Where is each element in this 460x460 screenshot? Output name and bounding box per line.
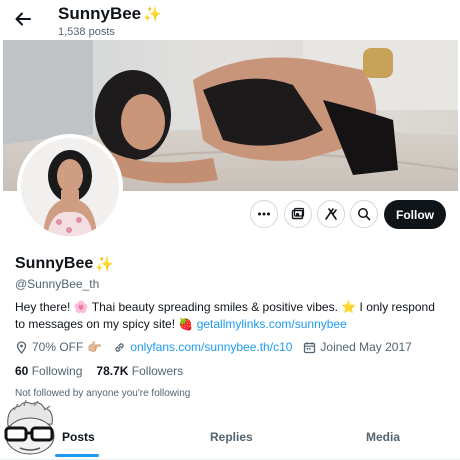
profile-name: SunnyBee ✨ — [15, 255, 114, 273]
location-icon — [16, 340, 27, 354]
header-title-block: SunnyBee ✨ 1,538 posts — [58, 4, 162, 38]
tab-posts[interactable]: Posts — [62, 430, 95, 444]
mascot-overlay — [0, 399, 58, 456]
more-options-button[interactable] — [250, 200, 278, 228]
profile-handle: @SunnyBee_th — [15, 277, 100, 291]
search-button[interactable] — [350, 200, 378, 228]
header-title: SunnyBee ✨ — [58, 4, 162, 24]
website-item[interactable]: onlyfans.com/sunnybee.th/c10 — [113, 340, 292, 354]
link-icon — [115, 342, 124, 352]
following-label: Following — [31, 364, 83, 378]
following-stat[interactable]: 60 Following — [15, 364, 82, 378]
sparkle-emoji: ✨ — [95, 256, 114, 273]
strawberry-emoji: 🍓 — [178, 317, 194, 331]
profile-tabs: Posts Replies Media — [0, 420, 460, 460]
location-item: 70% OFF 👉🏼 — [15, 340, 102, 354]
post-count: 1,538 posts — [58, 26, 115, 38]
flower-emoji: 🌸 — [73, 300, 89, 314]
header-title-text: SunnyBee — [58, 4, 142, 23]
more-icon — [258, 212, 270, 216]
profile-meta: 70% OFF 👉🏼 onlyfans.com/sunnybee.th/c10 … — [15, 340, 423, 354]
sparkle-emoji: ✨ — [143, 6, 162, 23]
follow-button[interactable]: Follow — [384, 200, 446, 229]
pointing-emoji: 👉🏼 — [87, 340, 103, 354]
location-text: 70% OFF — [32, 340, 84, 354]
following-count: 60 — [15, 364, 29, 378]
bio-text-2: Thai beauty spreading smiles & positive … — [88, 300, 342, 314]
grok-button[interactable] — [317, 200, 345, 228]
tab-media[interactable]: Media — [366, 430, 400, 444]
calendar-icon — [304, 341, 316, 353]
top-bar: SunnyBee ✨ 1,538 posts — [0, 0, 460, 40]
subscribe-button[interactable] — [284, 200, 312, 228]
followers-label: Followers — [131, 364, 184, 378]
joined-text: Joined May 2017 — [320, 340, 412, 354]
followed-by-note: Not followed by anyone you're following — [15, 388, 191, 399]
joined-item: Joined May 2017 — [303, 340, 412, 354]
profile-avatar[interactable] — [17, 134, 123, 240]
subscribe-icon — [291, 207, 305, 220]
profile-bio: Hey there! 🌸 Thai beauty spreading smile… — [15, 299, 445, 333]
bio-text-1: Hey there! — [15, 300, 74, 314]
grok-icon — [325, 208, 337, 220]
profile-name-text: SunnyBee — [15, 255, 94, 272]
back-arrow-icon[interactable] — [12, 8, 34, 30]
website-link[interactable]: onlyfans.com/sunnybee.th/c10 — [130, 340, 292, 354]
search-icon — [358, 208, 371, 221]
followers-stat[interactable]: 78.7K Followers — [96, 364, 183, 378]
bio-link[interactable]: getallmylinks.com/sunnybee — [197, 317, 347, 331]
tab-replies[interactable]: Replies — [210, 430, 253, 444]
profile-stats: 60 Following 78.7K Followers — [15, 364, 183, 378]
star-emoji: ⭐ — [341, 300, 357, 314]
active-tab-indicator — [55, 454, 99, 457]
followers-count: 78.7K — [96, 364, 129, 378]
